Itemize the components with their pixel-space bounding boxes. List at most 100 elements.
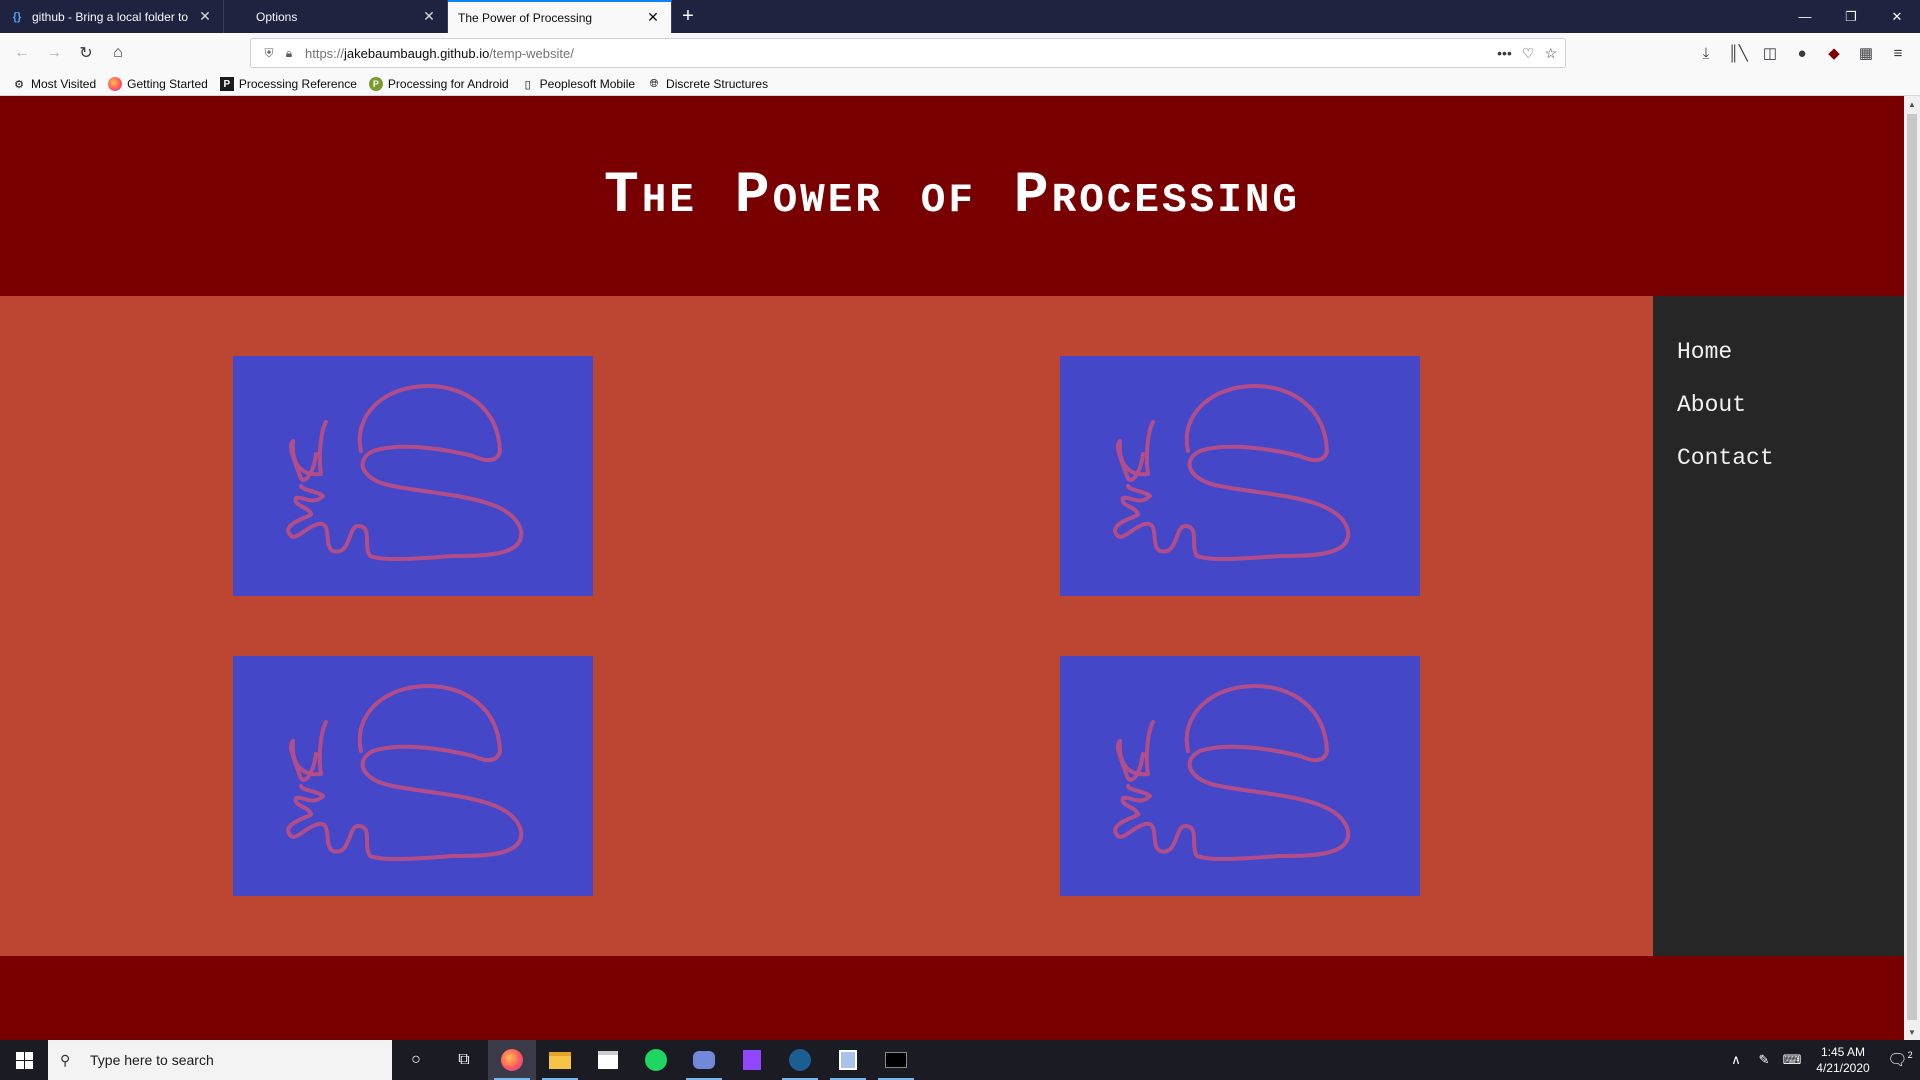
url-prefix: https:// (305, 45, 345, 61)
bookmark-processing-reference[interactable]: P Processing Reference (219, 77, 357, 91)
toolbar-right: ⤓ ║╲ ◫ ● ◆ ▦ ≡ (1690, 37, 1914, 69)
restore-icon[interactable]: ❐ (1828, 0, 1874, 33)
doodle-image (286, 384, 524, 562)
gallery-image (233, 356, 593, 596)
browser-nav-bar: ← → ↻ ⌂ ⛨ 🔒︎ https://jakebaumbaugh.githu… (0, 33, 1920, 73)
image-gallery (0, 296, 1653, 956)
close-tab-icon[interactable]: ✕ (645, 9, 661, 26)
gear-icon: ⚙ (14, 78, 24, 91)
ublock-icon[interactable]: ◆ (1818, 37, 1850, 69)
close-window-icon[interactable]: ✕ (1874, 0, 1920, 33)
twitch-icon[interactable] (728, 1040, 776, 1080)
task-view-icon[interactable]: ⧉ (440, 1040, 488, 1080)
processing-icon: P (219, 77, 234, 91)
account-icon[interactable]: ● (1786, 37, 1818, 69)
system-tray: ∧ ✎ ⌨ 1:45 AM 4/21/2020 🗨︎ 2 (1722, 1040, 1920, 1080)
search-icon: ⚲ (60, 1051, 71, 1068)
bookmark-peoplesoft-mobile[interactable]: ▯ Peoplesoft Mobile (521, 77, 635, 91)
browser-tab-strip: {} github - Bring a local folder to ✕ Op… (0, 0, 1920, 33)
bookmarks-bar: ⚙ Most Visited Getting Started P Process… (0, 73, 1920, 96)
bookmark-label: Peoplesoft Mobile (539, 77, 636, 91)
firefox-icon (108, 77, 123, 91)
bookmark-label: Discrete Structures (666, 77, 769, 91)
bookmark-discrete-structures[interactable]: 🌐︎ Discrete Structures (647, 77, 768, 91)
bookmark-label: Most Visited (31, 77, 97, 91)
bookmark-label: Getting Started (127, 77, 208, 91)
new-tab-button[interactable]: + (672, 0, 704, 33)
doodle-image (286, 684, 524, 862)
bookmark-label: Processing Reference (238, 77, 357, 91)
notification-count: 2 (1907, 1050, 1913, 1060)
page-title: The Power of Processing (603, 163, 1301, 229)
library-icon[interactable]: ║╲ (1722, 37, 1754, 69)
url-text[interactable]: https://jakebaumbaugh.github.io/temp-web… (305, 46, 574, 61)
tab-title: Options (256, 9, 298, 24)
url-host: jakebaumbaugh.github.io (344, 45, 490, 61)
bookmark-label: Processing for Android (387, 77, 509, 91)
photos-icon[interactable] (824, 1040, 872, 1080)
chevron-up-icon[interactable]: ∧ (1722, 1052, 1750, 1068)
reload-icon[interactable]: ↻ (70, 37, 102, 69)
browser-tab-github[interactable]: {} github - Bring a local folder to ✕ (0, 0, 224, 33)
url-path: /temp-website/ (489, 45, 574, 61)
globe-icon: 🌐︎ (649, 77, 659, 90)
file-explorer-icon[interactable] (536, 1040, 584, 1080)
back-arrow-icon[interactable]: ← (6, 37, 38, 69)
bookmark-getting-started[interactable]: Getting Started (108, 77, 208, 91)
nav-link-home[interactable]: Home (1653, 326, 1904, 379)
taskbar-search-box[interactable]: ⚲ Type here to search (48, 1040, 392, 1080)
site-sidebar-nav: Home About Contact (1653, 296, 1904, 956)
home-icon[interactable]: ⌂ (102, 37, 134, 69)
close-tab-icon[interactable]: ✕ (421, 8, 437, 25)
pocket-icon[interactable]: ♡ (1522, 45, 1535, 62)
cortana-icon[interactable]: ○ (392, 1040, 440, 1080)
start-button[interactable] (0, 1040, 48, 1080)
forward-arrow-icon[interactable]: → (38, 37, 70, 69)
plus-icon: + (682, 5, 694, 27)
store-icon[interactable] (584, 1040, 632, 1080)
keyboard-icon[interactable]: ⌨ (1778, 1052, 1806, 1068)
minimize-icon[interactable]: — (1782, 0, 1828, 33)
windows-taskbar: ⚲ Type here to search ○ ⧉ ∧ ✎ ⌨ 1:45 AM … (0, 1040, 1920, 1080)
gallery-image (1060, 656, 1420, 896)
doodle-image (1113, 384, 1351, 562)
tab-title: github - Bring a local folder to (32, 9, 189, 24)
lock-icon[interactable]: 🔒︎ (279, 46, 299, 61)
gear-icon (234, 10, 248, 24)
page-scrollbar[interactable]: ▲ ▼ (1904, 96, 1920, 1040)
discord-icon[interactable] (680, 1040, 728, 1080)
site-header: The Power of Processing (0, 96, 1904, 296)
sidebar-icon[interactable]: ◫ (1754, 37, 1786, 69)
clock[interactable]: 1:45 AM 4/21/2020 (1806, 1044, 1880, 1076)
menu-hamburger-icon[interactable]: ≡ (1882, 37, 1914, 69)
scrollbar-thumb[interactable] (1907, 114, 1917, 1020)
bookmark-most-visited[interactable]: ⚙ Most Visited (12, 77, 96, 91)
nav-link-contact[interactable]: Contact (1653, 432, 1904, 485)
browser-tab-power-of-processing[interactable]: The Power of Processing ✕ (448, 0, 672, 33)
bookmark-processing-android[interactable]: P Processing for Android (368, 77, 509, 91)
close-tab-icon[interactable]: ✕ (197, 8, 213, 25)
search-placeholder: Type here to search (90, 1052, 214, 1068)
clock-time: 1:45 AM (1820, 1045, 1866, 1059)
steam-icon[interactable] (776, 1040, 824, 1080)
gallery-image (233, 656, 593, 896)
pen-icon[interactable]: ✎ (1750, 1052, 1778, 1068)
firefox-icon[interactable] (488, 1040, 536, 1080)
clock-date: 4/21/2020 (1816, 1061, 1870, 1075)
page-viewport: The Power of Processing Home About Conta… (0, 96, 1904, 1040)
download-icon[interactable]: ⤓ (1690, 37, 1722, 69)
url-bar[interactable]: ⛨ 🔒︎ https://jakebaumbaugh.github.io/tem… (250, 38, 1566, 68)
bookmark-star-icon[interactable]: ☆ (1544, 45, 1557, 62)
nav-link-about[interactable]: About (1653, 379, 1904, 432)
scroll-up-arrow-icon[interactable]: ▲ (1904, 96, 1920, 112)
terminal-icon[interactable] (872, 1040, 920, 1080)
extensions-icon[interactable]: ▦ (1850, 37, 1882, 69)
scroll-down-arrow-icon[interactable]: ▼ (1904, 1024, 1920, 1040)
notification-center-icon[interactable]: 🗨︎ 2 (1880, 1050, 1920, 1070)
brackets-icon: {} (12, 10, 22, 23)
page-actions-ellipsis-icon[interactable]: ••• (1497, 45, 1512, 62)
tab-title: The Power of Processing (458, 10, 593, 25)
shield-icon[interactable]: ⛨ (259, 46, 279, 61)
browser-tab-options[interactable]: Options ✕ (224, 0, 448, 33)
spotify-icon[interactable] (632, 1040, 680, 1080)
